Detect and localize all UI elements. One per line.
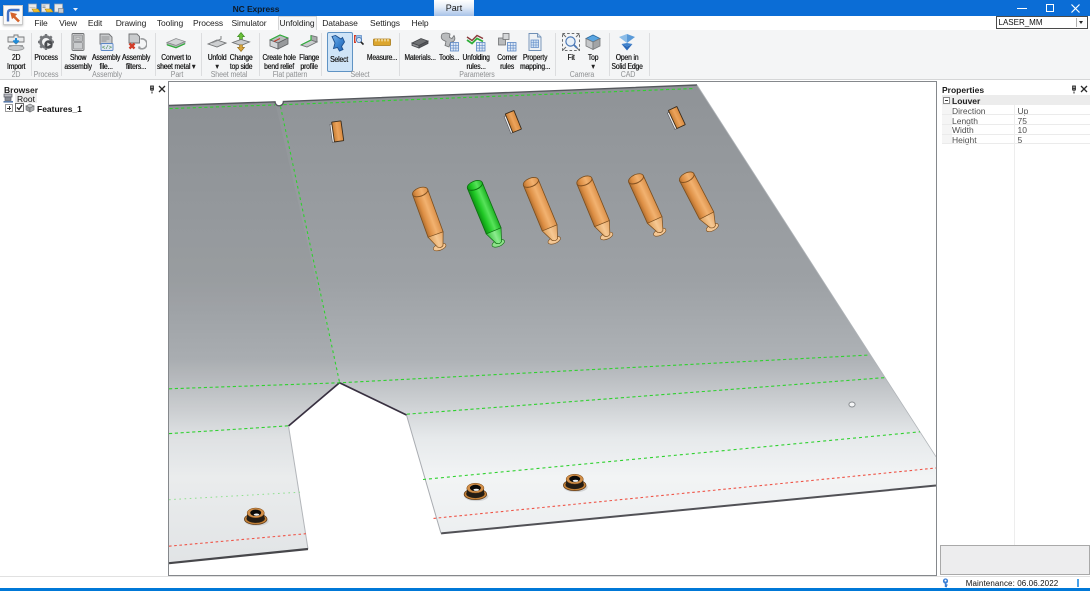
svg-text:</>: </> xyxy=(102,44,112,51)
